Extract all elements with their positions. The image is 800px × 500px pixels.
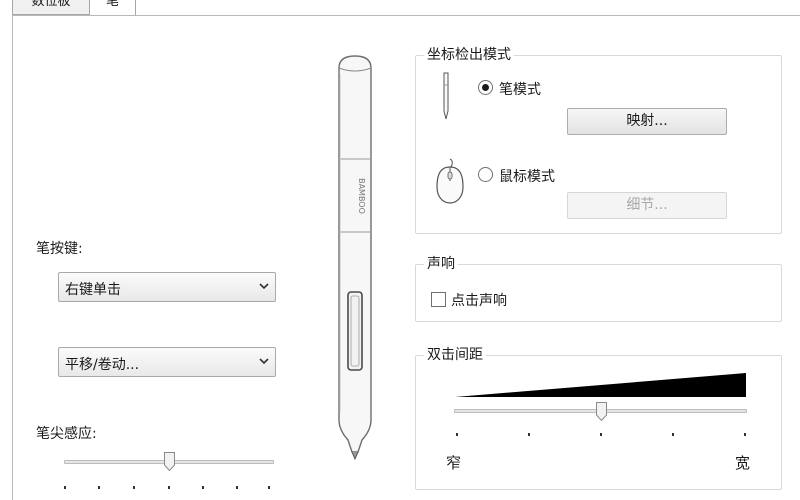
- upper-button-select[interactable]: 右键单击: [58, 272, 276, 302]
- tick-mark: [98, 486, 100, 489]
- tick-mark: [268, 486, 270, 489]
- tab-pen-label: 笔: [105, 0, 119, 9]
- tip-feel-label: 笔尖感应:: [36, 426, 97, 442]
- chevron-down-icon: [259, 283, 269, 290]
- tab-strip: 数位板 笔: [0, 0, 800, 16]
- panel-left-border: [12, 15, 13, 500]
- tick-mark: [600, 433, 602, 436]
- tip-feel-slider-thumb[interactable]: [164, 452, 175, 471]
- lower-button-value: 平移/卷动...: [65, 357, 140, 373]
- tab-pen[interactable]: 笔: [89, 0, 136, 16]
- tab-tablet-label: 数位板: [31, 0, 71, 9]
- distance-min-label: 窄: [446, 454, 462, 472]
- distance-wedge-graphic: [455, 373, 746, 397]
- pen-brand-text: BAMBOO: [357, 178, 366, 214]
- distance-max-label: 宽: [735, 454, 751, 472]
- double-click-slider-thumb[interactable]: [596, 402, 607, 421]
- pen-mode-label: 笔模式: [499, 82, 541, 98]
- tick-mark: [744, 433, 746, 436]
- pen-buttons-label: 笔按键:: [36, 241, 83, 257]
- tick-mark: [456, 433, 458, 436]
- tick-mark: [236, 486, 238, 489]
- sound-title: 声响: [424, 256, 458, 272]
- mouse-mode-label: 鼠标模式: [499, 169, 555, 185]
- pen-mode-radio[interactable]: [478, 80, 493, 95]
- mapping-button[interactable]: 映射...: [567, 108, 727, 135]
- tick-mark: [202, 486, 204, 489]
- double-click-distance-title: 双击间距: [424, 347, 486, 363]
- tick-mark: [528, 433, 530, 436]
- click-sound-label: 点击声响: [451, 293, 507, 309]
- mouse-mode-radio[interactable]: [478, 167, 493, 182]
- mouse-icon: [436, 158, 464, 204]
- tick-mark: [133, 486, 135, 489]
- pen-mode-icon: [443, 72, 449, 120]
- tick-mark: [672, 433, 674, 436]
- details-button[interactable]: 细节...: [567, 192, 727, 219]
- tick-mark: [168, 486, 170, 489]
- pen-illustration: BAMBOO: [338, 55, 372, 461]
- tracking-mode-title: 坐标检出模式: [424, 47, 514, 63]
- click-sound-checkbox[interactable]: [431, 292, 446, 307]
- lower-button-select[interactable]: 平移/卷动...: [58, 347, 276, 377]
- tab-tablet[interactable]: 数位板: [12, 0, 90, 15]
- chevron-down-icon: [259, 358, 269, 365]
- panel-top-border: [12, 15, 800, 16]
- upper-button-value: 右键单击: [65, 282, 121, 298]
- tick-mark: [64, 486, 66, 489]
